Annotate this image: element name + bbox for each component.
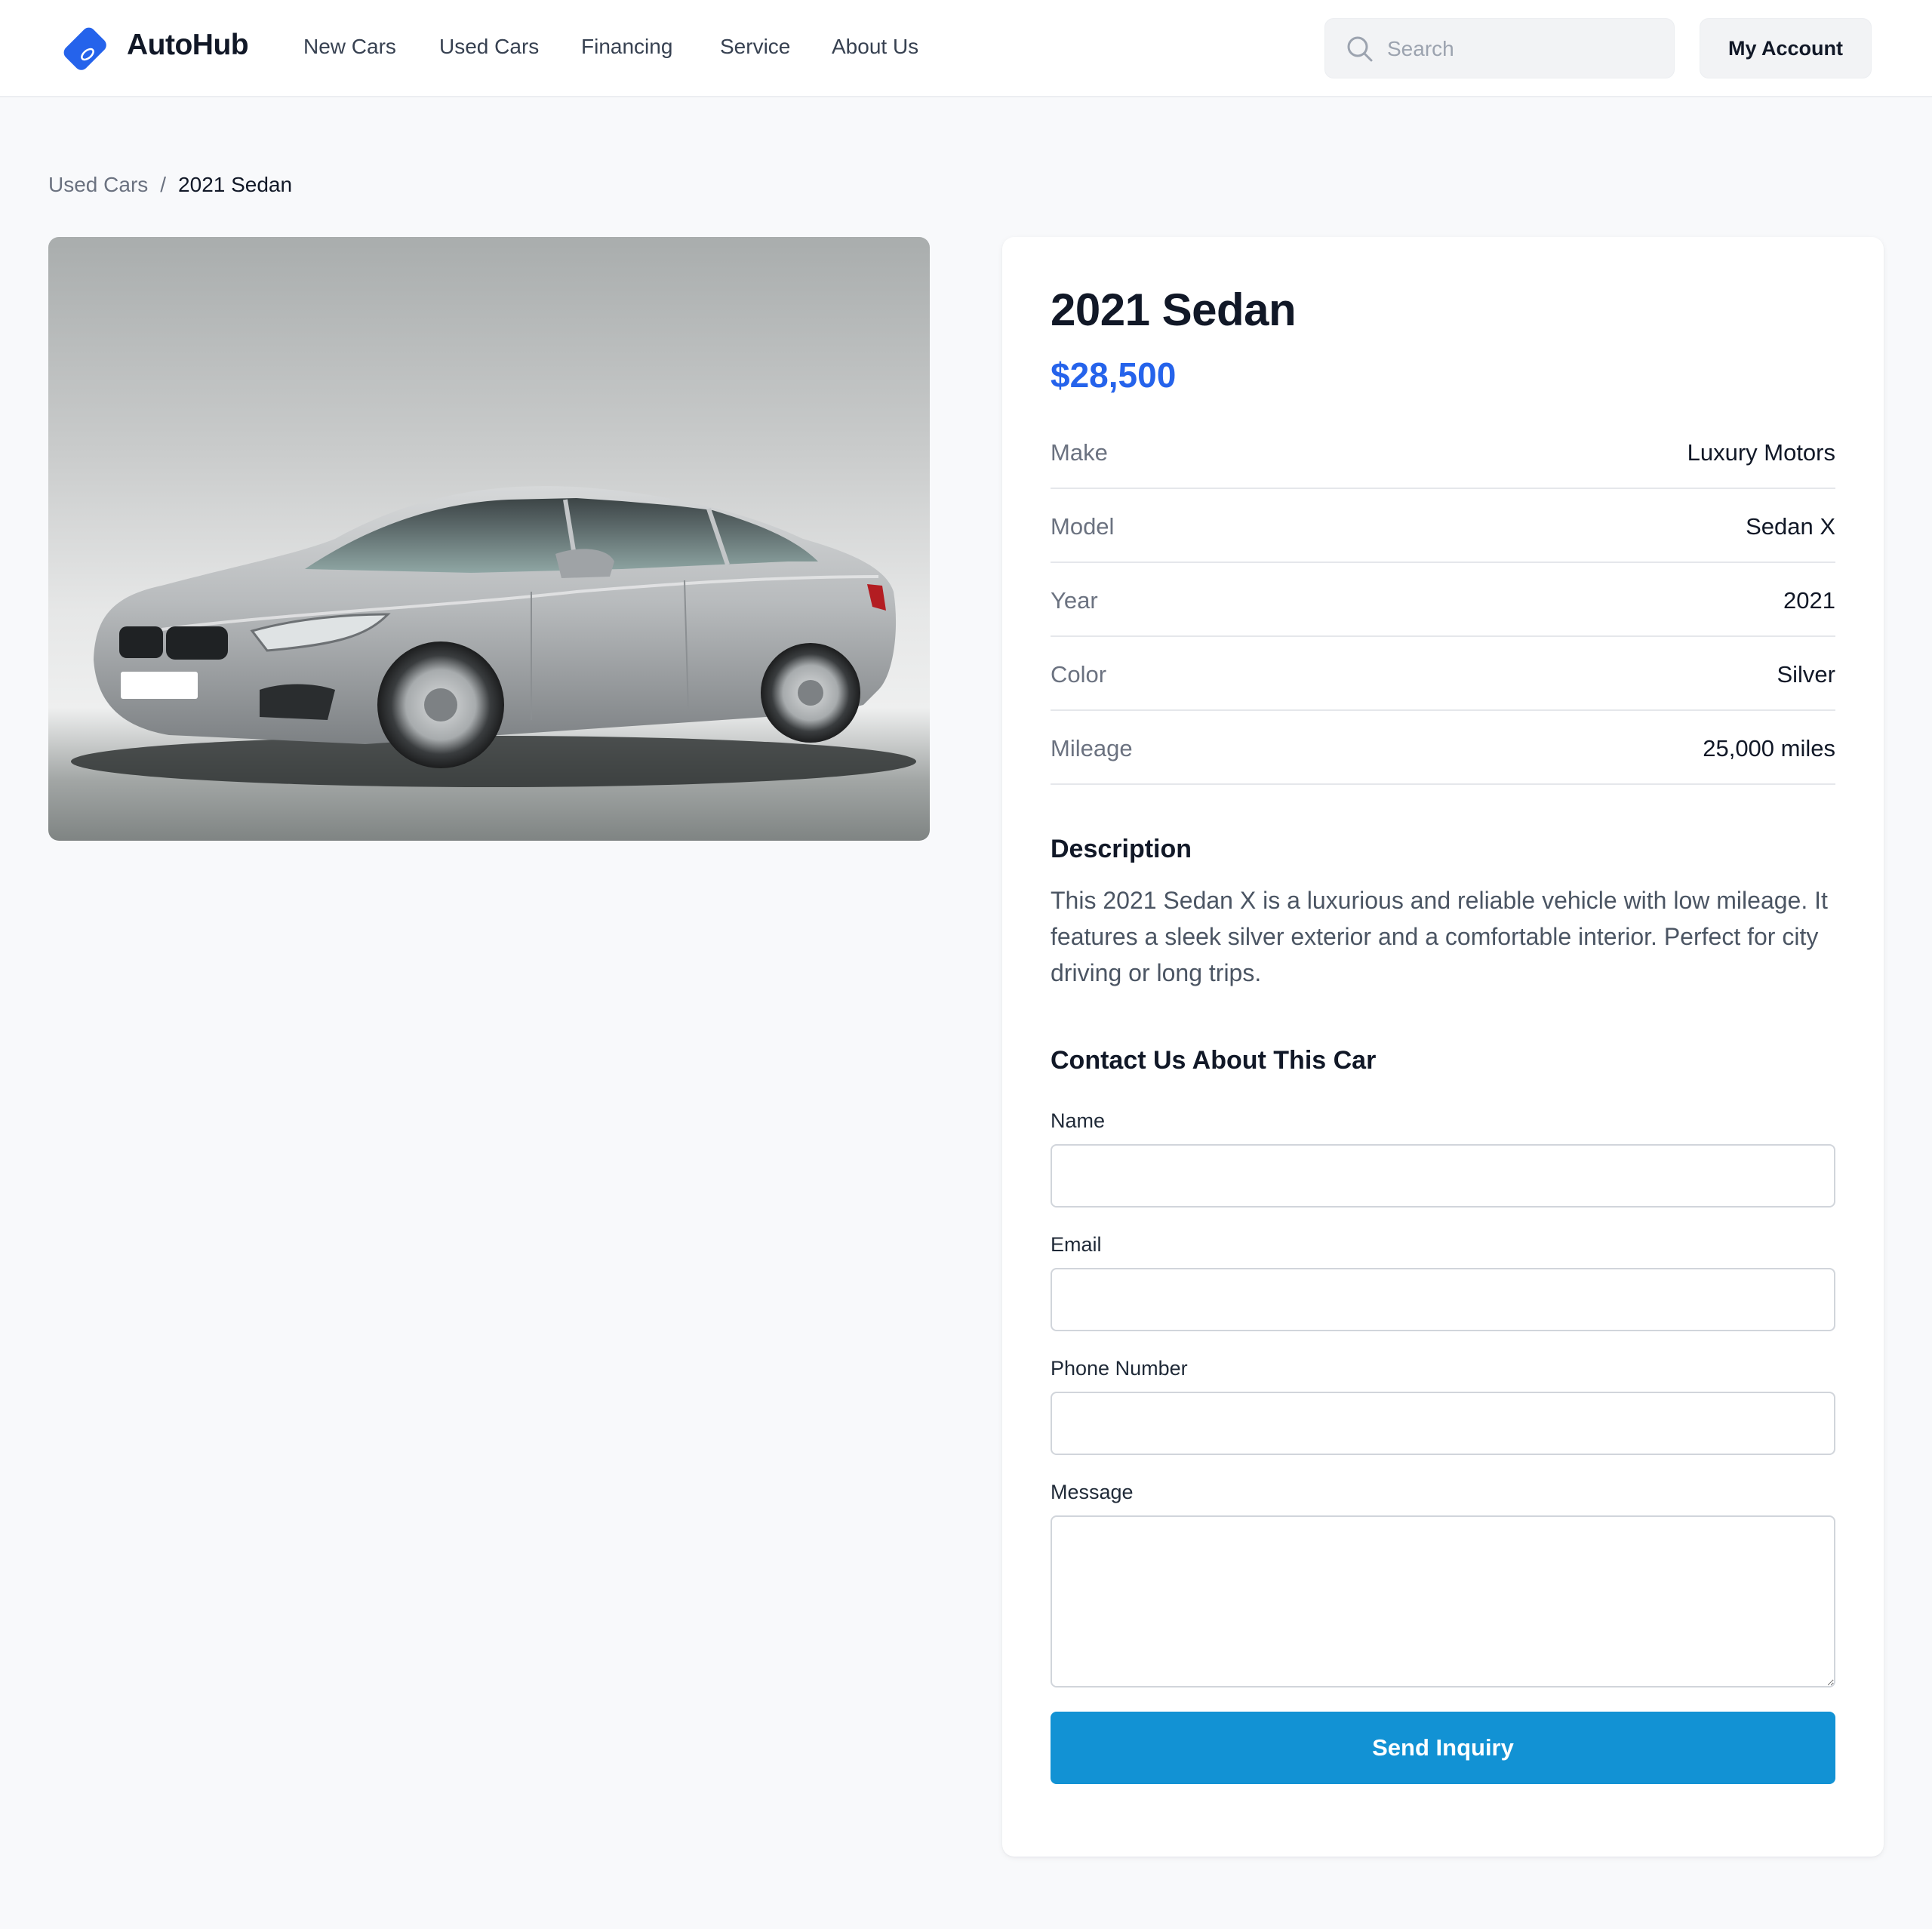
spec-value: 2021	[1783, 587, 1835, 614]
spec-label: Mileage	[1051, 735, 1133, 761]
spec-row-make: Make Luxury Motors	[1051, 415, 1835, 489]
search-input[interactable]	[1387, 19, 1659, 79]
nav-item-service[interactable]: Service	[720, 35, 790, 59]
my-account-button[interactable]: My Account	[1700, 18, 1872, 78]
email-label: Email	[1051, 1233, 1102, 1256]
message-field[interactable]	[1051, 1515, 1835, 1687]
spec-label: Make	[1051, 439, 1108, 466]
spec-row-model: Model Sedan X	[1051, 489, 1835, 563]
listing-title: 2021 Sedan	[1051, 285, 1297, 335]
send-inquiry-button[interactable]: Send Inquiry	[1051, 1712, 1835, 1784]
message-label: Message	[1051, 1481, 1134, 1503]
tag-icon[interactable]	[60, 26, 109, 71]
spec-row-year: Year 2021	[1051, 563, 1835, 637]
breadcrumb-separator: /	[160, 173, 167, 196]
name-label: Name	[1051, 1109, 1106, 1132]
phone-label: Phone Number	[1051, 1357, 1188, 1380]
breadcrumb-current: 2021 Sedan	[178, 173, 293, 196]
spec-row-color: Color Silver	[1051, 637, 1835, 711]
nav-item-used-cars[interactable]: Used Cars	[439, 35, 539, 59]
spec-label: Model	[1051, 513, 1115, 540]
nav-item-financing[interactable]: Financing	[581, 35, 672, 59]
name-field[interactable]	[1051, 1144, 1835, 1208]
site-header: AutoHub New Cars Used Cars Financing Ser…	[0, 0, 1932, 97]
spec-value: Luxury Motors	[1687, 439, 1835, 466]
listing-details-card: 2021 Sedan $28,500 Make Luxury Motors Mo…	[1002, 237, 1884, 1857]
contact-heading: Contact Us About This Car	[1051, 1046, 1377, 1075]
breadcrumb-link-used-cars[interactable]: Used Cars	[48, 173, 148, 196]
spec-value: Silver	[1777, 661, 1835, 688]
description-heading: Description	[1051, 835, 1192, 863]
description-text: This 2021 Sedan X is a luxurious and rel…	[1051, 887, 1828, 986]
spec-row-mileage: Mileage 25,000 miles	[1051, 711, 1835, 785]
spec-value: 25,000 miles	[1703, 735, 1835, 761]
car-photo	[48, 237, 930, 841]
email-field[interactable]	[1051, 1268, 1835, 1331]
spec-label: Year	[1051, 587, 1098, 614]
phone-field[interactable]	[1051, 1392, 1835, 1455]
nav-item-new-cars[interactable]: New Cars	[303, 35, 396, 59]
breadcrumb: Used Cars / 2021 Sedan	[48, 173, 292, 197]
listing-price: $28,500	[1051, 355, 1177, 395]
spec-label: Color	[1051, 661, 1107, 688]
search-icon	[1347, 36, 1373, 62]
nav-item-about-us[interactable]: About Us	[832, 35, 918, 59]
search-box[interactable]	[1324, 18, 1675, 79]
car-illustration	[71, 486, 916, 787]
spec-value: Sedan X	[1746, 513, 1835, 540]
brand-name[interactable]: AutoHub	[127, 29, 249, 62]
